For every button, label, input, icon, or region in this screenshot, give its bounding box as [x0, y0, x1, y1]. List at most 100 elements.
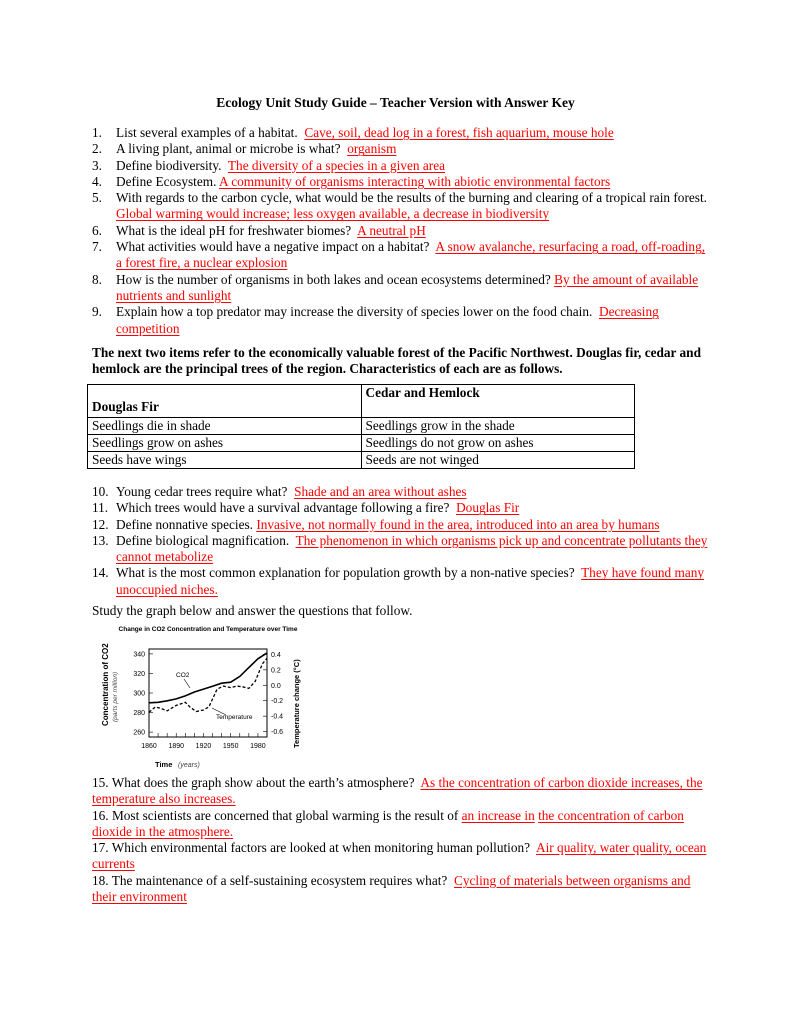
question-number: 3. — [92, 157, 102, 173]
y-left-tick-label: 340 — [133, 651, 145, 658]
study-prompt: Study the graph below and answer the que… — [92, 603, 413, 618]
question-number: 7. — [92, 239, 102, 255]
y-right-tick-label: 0.4 — [271, 652, 281, 659]
co2-annotation: CO2 — [176, 672, 190, 679]
tree-characteristics-table: Douglas Fir Cedar and Hemlock Seedlings … — [87, 384, 635, 469]
question-item: 14. What is the most common explanation f… — [92, 565, 712, 598]
question-text: Which trees would have a survival advant… — [116, 500, 450, 516]
x-tick-label: 1860 — [141, 743, 157, 750]
answer-text: Douglas Fir — [456, 500, 520, 516]
question-number: 2. — [92, 141, 102, 157]
y-left-tick-label: 320 — [133, 671, 145, 678]
answer-text: an increase in — [461, 807, 535, 823]
question-item: 10. Young cedar trees require what? Shade… — [92, 484, 712, 500]
y-right-tick-label: -0.6 — [271, 729, 283, 736]
question-item: 16. Most scientists are concerned that g… — [92, 808, 712, 841]
temperature-annotation: Temperature — [216, 714, 253, 721]
question-number: 14. — [92, 565, 109, 581]
table-cell: Seedlings do not grow on ashes — [360, 434, 635, 452]
question-item: 9. Explain how a top predator may increas… — [92, 304, 712, 337]
answer-text: A community of organisms interacting wit… — [219, 173, 611, 189]
co2-series-line — [148, 652, 268, 704]
table-row: Seedlings grow on ashes Seedlings do not… — [87, 434, 635, 452]
question-text: 16. Most scientists are concerned that g… — [92, 807, 459, 823]
question-text: What activities would have a negative im… — [116, 239, 430, 255]
table-cell: Seeds have wings — [87, 451, 362, 469]
question-number: 6. — [92, 222, 102, 238]
question-number: 12. — [92, 516, 109, 532]
y-right-tick-label: 0.2 — [271, 667, 281, 674]
question-item: 4. Define Ecosystem. A community of organ… — [92, 174, 712, 190]
question-text: Define nonnative species. — [116, 516, 253, 532]
question-item: 13. Define biological magnification. The … — [92, 533, 712, 566]
answer-text: Cave, soil, dead log in a forest, fish a… — [304, 125, 614, 140]
y-right-tick-label: 0.0 — [271, 683, 281, 690]
table-cell: Seedlings grow in the shade — [360, 417, 635, 435]
answer-text: Global warming would increase; less oxyg… — [116, 206, 550, 222]
question-item: 8. How is the number of organisms in both… — [92, 272, 712, 305]
table-cell: Seedlings grow on ashes — [87, 434, 362, 452]
table-row: Seedlings die in shade Seedlings grow in… — [87, 417, 635, 435]
question-item: 12. Define nonnative species. Invasive, n… — [92, 517, 712, 533]
question-number: 9. — [92, 304, 102, 320]
question-number: 1. — [92, 125, 102, 140]
question-item: 11. Which trees would have a survival adv… — [92, 500, 712, 516]
question-item: 5. With regards to the carbon cycle, what… — [92, 190, 712, 223]
x-tick-label: 1890 — [168, 743, 184, 750]
table-header-row: Douglas Fir Cedar and Hemlock — [87, 384, 635, 418]
y-left-axis-unit: (parts per million) — [112, 672, 119, 722]
question-text: Define biodiversity. — [116, 157, 222, 173]
co2-temperature-chart: Change in CO2 Concentration and Temperat… — [92, 622, 312, 770]
question-text: Explain how a top predator may increase … — [116, 304, 593, 320]
question-text: Young cedar trees require what? — [116, 484, 288, 499]
page-title: Ecology Unit Study Guide – Teacher Versi… — [216, 95, 575, 110]
question-number: 11. — [92, 500, 109, 516]
question-number: 8. — [92, 271, 102, 287]
question-item: 7. What activities would have a negative … — [92, 239, 712, 272]
y-left-tick-label: 300 — [133, 691, 145, 698]
question-list-1: 1. List several examples of a habitat. Ca… — [92, 125, 712, 337]
chart-title: Change in CO2 Concentration and Temperat… — [119, 626, 298, 633]
question-text: With regards to the carbon cycle, what w… — [116, 190, 707, 206]
table-header: Cedar and Hemlock — [360, 384, 635, 418]
question-text: Define biological magnification. — [116, 532, 290, 548]
question-text: Define Ecosystem. — [116, 173, 217, 189]
question-item: 15. What does the graph show about the e… — [92, 775, 712, 808]
y-right-tick-label: -0.4 — [271, 714, 283, 721]
question-text: 15. What does the graph show about the e… — [92, 775, 415, 790]
answer-text: Invasive, not normally found in the area… — [256, 516, 660, 532]
question-text: How is the number of organisms in both l… — [116, 271, 551, 287]
y-left-axis-label: Concentration of CO2 — [101, 643, 110, 726]
question-item: 1. List several examples of a habitat. Ca… — [92, 125, 712, 141]
question-number: 4. — [92, 173, 102, 189]
question-item: 2. A living plant, animal or microbe is w… — [92, 141, 712, 157]
y-right-tick-label: -0.2 — [271, 698, 283, 705]
plot-frame — [148, 648, 268, 738]
y-right-axis-label: Temperature change (°C) — [292, 659, 301, 748]
question-list-3: 15. What does the graph show about the e… — [92, 775, 712, 905]
x-axis-unit: (years) — [178, 762, 200, 769]
table-cell: Seedlings die in shade — [87, 417, 362, 435]
question-text: What is the most common explanation for … — [116, 565, 575, 581]
axis-ticks: 1860 1890 1920 1950 1980 340 320 300 280 260 0.4 0.… — [133, 651, 283, 750]
y-left-tick-label: 260 — [133, 730, 145, 737]
question-item: 6. What is the ideal pH for freshwater bi… — [92, 223, 712, 239]
question-text: A living plant, animal or microbe is wha… — [116, 141, 341, 157]
x-axis-label: Time — [155, 760, 172, 769]
question-item: 17. Which environmental factors are look… — [92, 840, 712, 873]
question-text: 17. Which environmental factors are look… — [92, 840, 531, 856]
answer-text: organism — [347, 141, 397, 157]
question-number: 13. — [92, 532, 109, 548]
table-row: Seeds have wings Seeds are not winged — [87, 451, 635, 469]
table-cell: Seeds are not winged — [360, 451, 635, 469]
question-number: 5. — [92, 190, 102, 206]
question-number: 10. — [92, 484, 109, 499]
question-text: List several examples of a habitat. — [116, 125, 298, 140]
table-header: Douglas Fir — [87, 384, 362, 418]
answer-text: The diversity of a species in a given ar… — [227, 157, 446, 173]
chart-svg: Change in CO2 Concentration and Temperat… — [101, 626, 301, 769]
x-tick-label: 1950 — [223, 743, 239, 750]
x-tick-label: 1920 — [196, 743, 212, 750]
question-item: 18. The maintenance of a self-sustaining… — [92, 873, 712, 906]
question-list-2: 10. Young cedar trees require what? Shade… — [92, 484, 712, 598]
